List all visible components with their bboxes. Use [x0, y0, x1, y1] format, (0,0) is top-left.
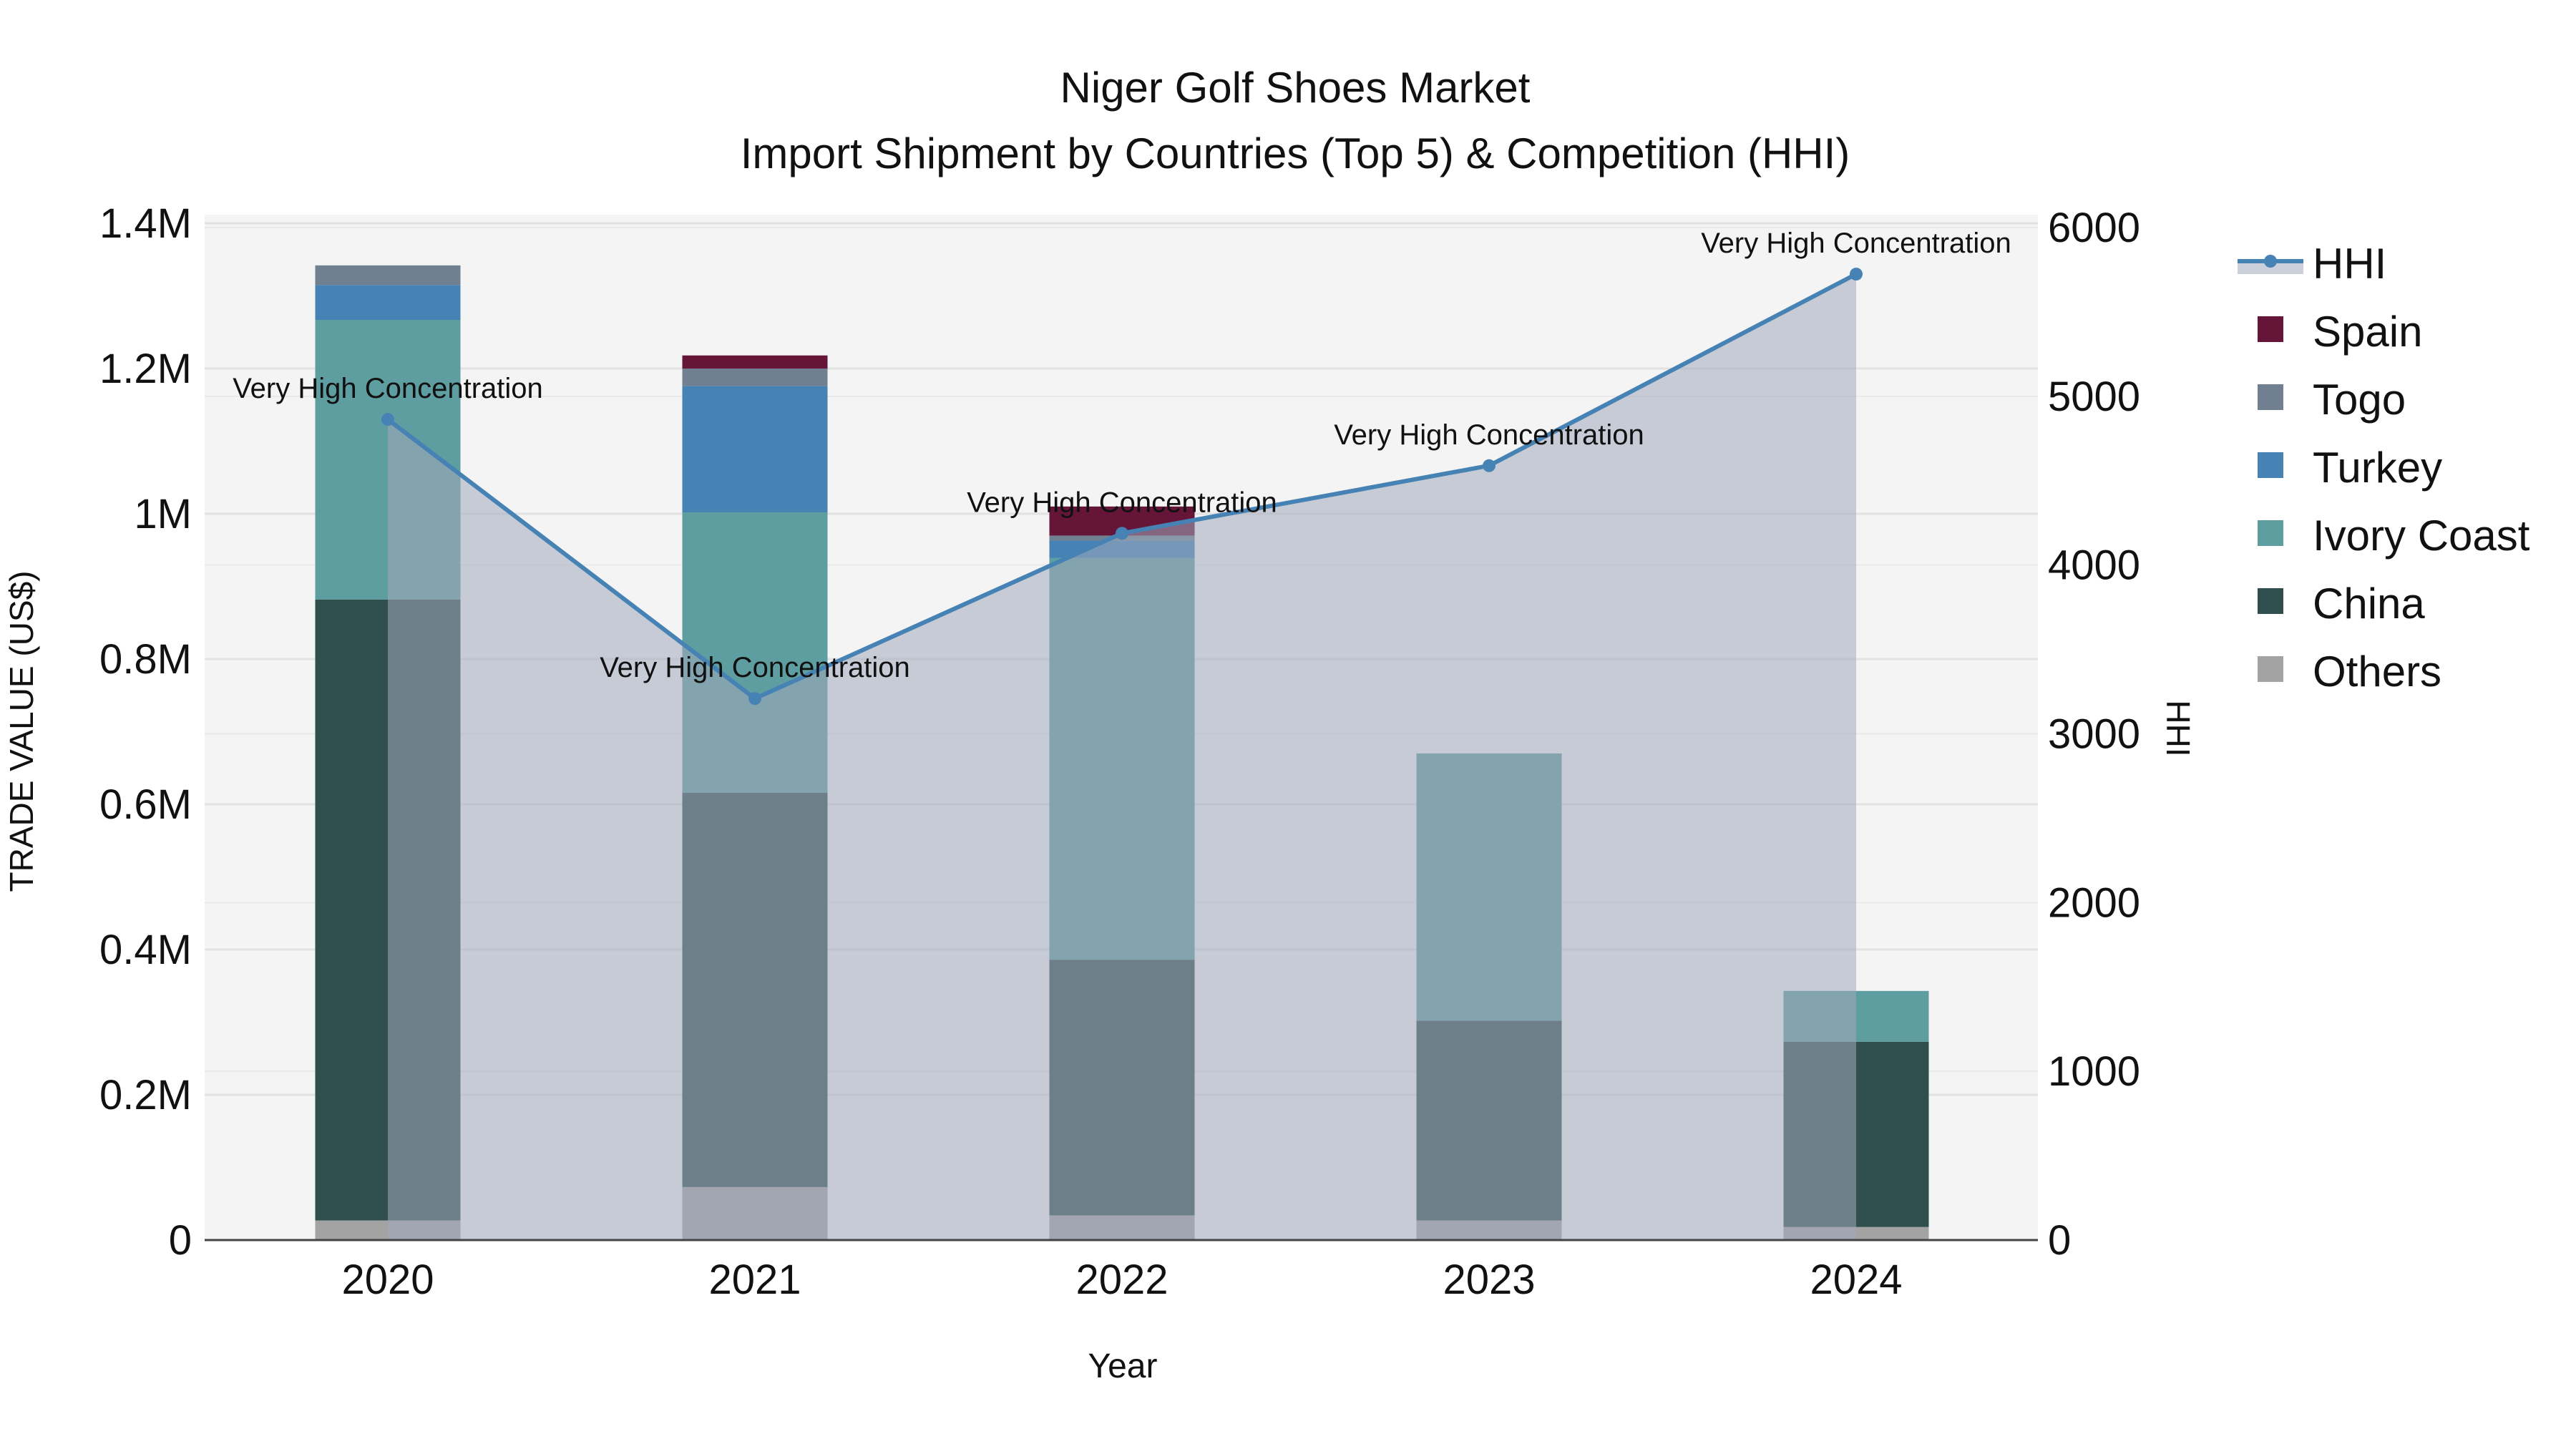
bar-turkey	[682, 386, 828, 512]
legend-label: Turkey	[2313, 444, 2442, 492]
y2-axis-title: HHI	[2160, 700, 2197, 756]
hhi-point	[1850, 268, 1863, 281]
legend-label: Spain	[2313, 308, 2422, 356]
x-tick-label: 2020	[341, 1257, 434, 1303]
chart-title: Niger Golf Shoes Market	[1060, 64, 1531, 112]
x-axis-title: Year	[1088, 1347, 1158, 1385]
legend-label: HHI	[2313, 240, 2386, 288]
y-tick-label: 0.2M	[99, 1072, 192, 1118]
x-tick-label: 2023	[1443, 1257, 1535, 1303]
hhi-annotation: Very High Concentration	[967, 487, 1277, 518]
hhi-point	[1483, 459, 1496, 472]
y2-tick-label: 2000	[2048, 879, 2140, 926]
y2-tick-label: 1000	[2048, 1048, 2140, 1095]
bar-turkey	[315, 285, 461, 320]
y2-tick-label: 6000	[2048, 205, 2140, 251]
legend-item-spain: Spain	[2258, 308, 2422, 356]
y2-tick-label: 5000	[2048, 374, 2140, 420]
y2-tick-label: 4000	[2048, 542, 2140, 589]
x-tick-label: 2024	[1810, 1257, 1902, 1303]
y2-tick-label: 0	[2048, 1217, 2071, 1264]
legend-swatch	[2258, 656, 2283, 682]
y-tick-label: 0.8M	[99, 636, 192, 683]
bar-spain	[682, 355, 828, 369]
y-tick-label: 0.6M	[99, 781, 192, 828]
chart-subtitle: Import Shipment by Countries (Top 5) & C…	[741, 130, 1850, 177]
hhi-point	[748, 692, 761, 706]
legend-swatch-hhi-marker	[2264, 255, 2277, 268]
legend-item-ivory-coast: Ivory Coast	[2258, 512, 2530, 560]
legend-swatch	[2258, 520, 2283, 546]
hhi-point	[1116, 527, 1128, 540]
legend-item-turkey: Turkey	[2258, 444, 2442, 492]
bar-togo	[682, 369, 828, 386]
y-tick-label: 0	[169, 1217, 192, 1264]
hhi-point	[381, 413, 394, 426]
legend-swatch	[2258, 588, 2283, 614]
chart: Very High Concentration Very High Concent…	[3, 64, 2530, 1385]
legend-swatch	[2258, 384, 2283, 410]
legend-label: Togo	[2313, 376, 2406, 424]
legend-item-togo: Togo	[2258, 376, 2406, 424]
legend-label: Ivory Coast	[2313, 512, 2530, 560]
legend-swatch	[2258, 316, 2283, 342]
legend-item-china: China	[2258, 580, 2425, 628]
hhi-annotation: Very High Concentration	[600, 652, 910, 683]
legend-item-hhi: HHI	[2238, 240, 2386, 288]
legend-swatch	[2258, 452, 2283, 478]
legend-label: Others	[2313, 648, 2441, 696]
y-axis-title: TRADE VALUE (US$)	[3, 570, 40, 892]
hhi-annotation: Very High Concentration	[1334, 419, 1644, 451]
hhi-annotation: Very High Concentration	[233, 373, 543, 404]
x-tick-label: 2022	[1075, 1257, 1168, 1303]
hhi-annotation: Very High Concentration	[1701, 228, 2011, 259]
y2-tick-label: 3000	[2048, 711, 2140, 758]
x-tick-label: 2021	[708, 1257, 801, 1303]
legend-item-others: Others	[2258, 648, 2441, 696]
y-tick-label: 1.4M	[99, 200, 192, 247]
y-tick-label: 0.4M	[99, 927, 192, 973]
y-tick-label: 1.2M	[99, 346, 192, 392]
legend-label: China	[2313, 580, 2425, 628]
legend: HHI Spain Togo Turkey Ivory Coast China Others	[2238, 240, 2530, 696]
y-tick-label: 1M	[134, 491, 192, 537]
bar-togo	[315, 265, 461, 286]
